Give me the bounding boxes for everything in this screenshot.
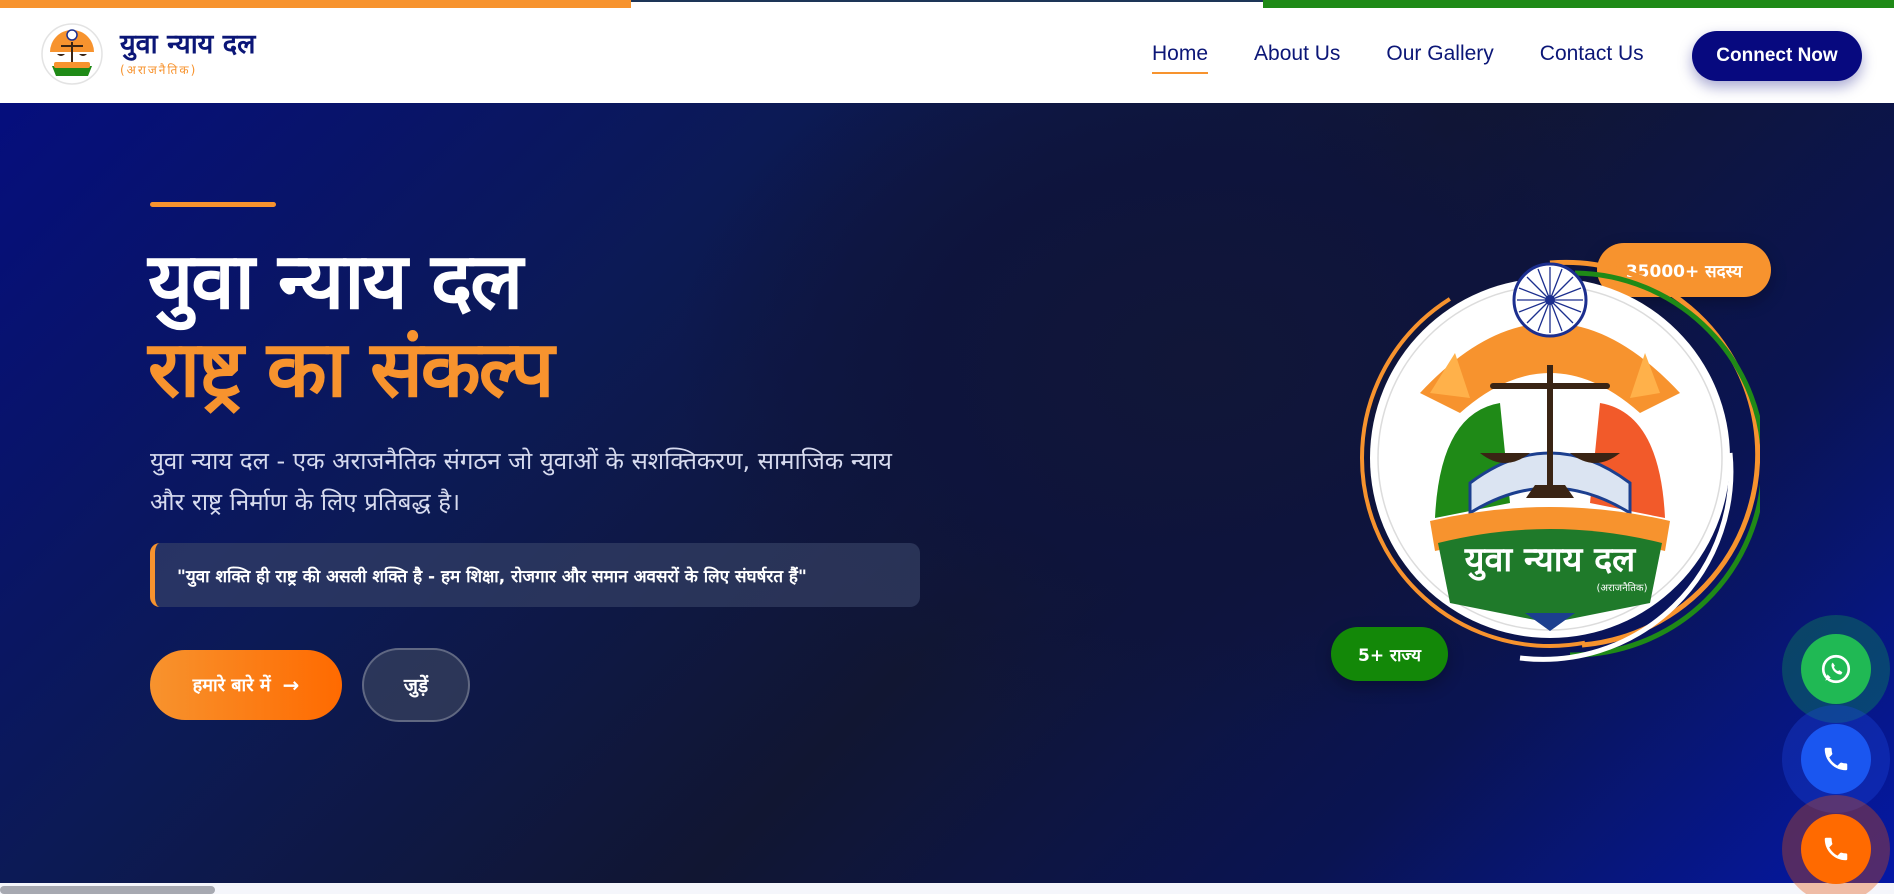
horizontal-scrollbar-track: [0, 883, 1894, 894]
hero-description: युवा न्याय दल - एक अराजनैतिक संगठन जो यु…: [150, 447, 892, 516]
emblem-subtitle: (अराजनैतिक): [1596, 582, 1647, 594]
about-us-button-label: हमारे बारे में: [192, 675, 271, 696]
brand-subtitle: (अराजनैतिक): [120, 62, 198, 77]
arrow-right-icon: →: [282, 673, 300, 697]
emblem-title: युवा न्याय दल: [1464, 540, 1637, 581]
brand[interactable]: युवा न्याय दल (अराजनैतिक): [40, 22, 255, 86]
call-button-secondary[interactable]: [1782, 795, 1890, 894]
hero-subtitle: राष्ट्र का संकल्प: [148, 325, 554, 415]
nav-contact-us[interactable]: Contact Us: [1540, 42, 1644, 74]
phone-icon: [1824, 837, 1848, 861]
brand-name: युवा न्याय दल: [120, 29, 256, 61]
tricolor-top-bar: [0, 0, 1894, 8]
about-us-button[interactable]: हमारे बारे में →: [150, 650, 342, 720]
join-button[interactable]: जुड़ें: [362, 648, 470, 722]
nav-our-gallery[interactable]: Our Gallery: [1386, 42, 1493, 74]
whatsapp-icon: [1821, 654, 1851, 684]
nav-about-us[interactable]: About Us: [1254, 42, 1340, 74]
horizontal-scrollbar-thumb[interactable]: [0, 886, 215, 894]
phone-icon: [1824, 747, 1848, 771]
site-header: युवा न्याय दल (अराजनैतिक) Home About Us …: [0, 0, 1894, 103]
hero-quote-text: "युवा शक्ति ही राष्ट्र की असली शक्ति है …: [177, 566, 807, 587]
hero-accent-line: [150, 202, 276, 207]
hero-quote: "युवा शक्ति ही राष्ट्र की असली शक्ति है …: [150, 543, 920, 607]
organization-emblem: युवा न्याय दल (अराजनैतिक): [1360, 259, 1760, 662]
connect-now-button[interactable]: Connect Now: [1692, 31, 1862, 81]
main-nav: Home About Us Our Gallery Contact Us: [1152, 42, 1690, 74]
nav-home[interactable]: Home: [1152, 42, 1209, 74]
brand-logo: [41, 23, 103, 85]
